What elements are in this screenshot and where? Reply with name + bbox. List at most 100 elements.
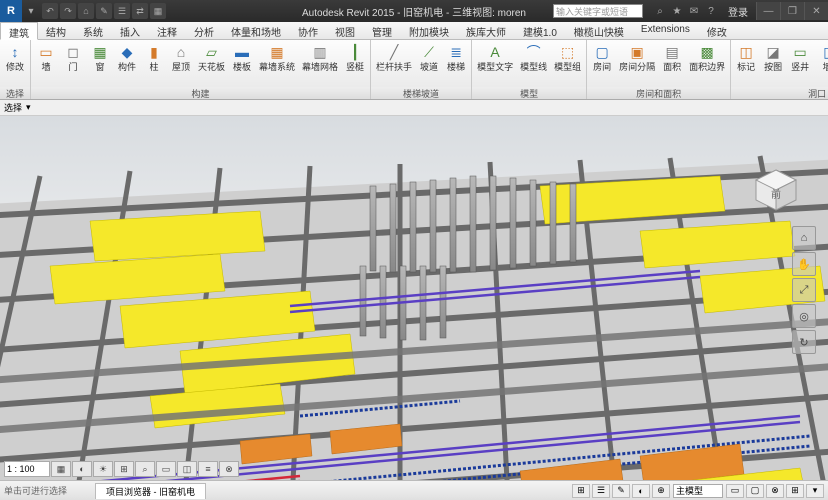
status-button-0[interactable]: ⊞ bbox=[572, 484, 590, 498]
qat-button-3[interactable]: ✎ bbox=[96, 3, 112, 19]
qat-button-0[interactable]: ↶ bbox=[42, 3, 58, 19]
qat-button-1[interactable]: ↷ bbox=[60, 3, 76, 19]
ribbon-button-4-0[interactable]: ▢房间 bbox=[589, 41, 615, 74]
ribbon-button-1-9[interactable]: ▥幕墙网格 bbox=[299, 41, 341, 74]
ribbon-tab-12[interactable]: 建模1.0 bbox=[515, 22, 566, 39]
ribbon-button-label: 面积边界 bbox=[689, 63, 725, 73]
qat-button-2[interactable]: ⌂ bbox=[78, 3, 94, 19]
ribbon-button-1-1[interactable]: ◻门 bbox=[60, 41, 86, 74]
nav-bar-button-0[interactable]: ⌂ bbox=[792, 226, 816, 250]
view-control-button-8[interactable]: ⊗ bbox=[219, 461, 239, 477]
nav-bar-button-3[interactable]: ◎ bbox=[792, 304, 816, 328]
ribbon-button-1-10[interactable]: ┃竖梃 bbox=[342, 41, 368, 74]
view-scale[interactable]: 1 : 100 bbox=[4, 461, 50, 477]
nav-bar-button-2[interactable]: ⤢ bbox=[792, 278, 816, 302]
ribbon-button-3-2[interactable]: ⬚模型组 bbox=[551, 41, 584, 74]
status-extra-button-2[interactable]: ⊗ bbox=[766, 484, 784, 498]
app-menu-chevron[interactable]: ▾ bbox=[24, 4, 38, 18]
ribbon-button-icon: ┃ bbox=[345, 42, 365, 62]
view-control-button-3[interactable]: ⊞ bbox=[114, 461, 134, 477]
status-tab-project-browser[interactable]: 项目浏览器 - 旧窑机电 bbox=[95, 483, 206, 499]
ribbon-tab-6[interactable]: 体量和场地 bbox=[223, 22, 290, 39]
ribbon-tab-5[interactable]: 分析 bbox=[186, 22, 223, 39]
workset-combo[interactable]: 主模型 bbox=[673, 484, 723, 498]
title-icon-0[interactable]: ⌕ bbox=[653, 4, 667, 18]
view-control-button-0[interactable]: ▦ bbox=[51, 461, 71, 477]
ribbon-tab-0[interactable]: 建筑 bbox=[0, 22, 38, 40]
qat-button-6[interactable]: ▦ bbox=[150, 3, 166, 19]
login-link[interactable]: 登录 bbox=[728, 4, 748, 19]
maximize-button[interactable]: ❐ bbox=[780, 2, 804, 20]
ribbon-tab-2[interactable]: 系统 bbox=[75, 22, 112, 39]
ribbon-button-icon: ↕ bbox=[5, 42, 25, 62]
ribbon-button-4-2[interactable]: ▤面积 bbox=[659, 41, 685, 74]
ribbon-button-2-2[interactable]: ≣楼梯 bbox=[443, 41, 469, 74]
ribbon-button-4-3[interactable]: ▩面积边界 bbox=[686, 41, 728, 74]
ribbon-tab-1[interactable]: 结构 bbox=[38, 22, 75, 39]
ribbon-tab-7[interactable]: 协作 bbox=[290, 22, 327, 39]
nav-bar-button-1[interactable]: ✋ bbox=[792, 252, 816, 276]
ribbon-button-2-1[interactable]: ⟋坡道 bbox=[416, 41, 442, 74]
ribbon-button-0-0[interactable]: ↕修改 bbox=[2, 41, 28, 74]
ribbon-button-1-2[interactable]: ▦窗 bbox=[87, 41, 113, 74]
title-icon-2[interactable]: ✉ bbox=[687, 4, 701, 18]
ribbon-panel-label: 楼梯坡道 bbox=[371, 87, 471, 99]
status-extra-button-1[interactable]: ▢ bbox=[746, 484, 764, 498]
view-control-button-5[interactable]: ▭ bbox=[156, 461, 176, 477]
ribbon-button-label: 构件 bbox=[118, 63, 136, 73]
status-extra-button-4[interactable]: ▾ bbox=[806, 484, 824, 498]
ribbon-button-3-0[interactable]: A模型文字 bbox=[474, 41, 516, 74]
ribbon-button-1-0[interactable]: ▭墙 bbox=[33, 41, 59, 74]
ribbon-button-3-1[interactable]: ⌒模型线 bbox=[517, 41, 550, 74]
ribbon-tab-10[interactable]: 附加模块 bbox=[401, 22, 458, 39]
ribbon-button-1-5[interactable]: ⌂屋顶 bbox=[168, 41, 194, 74]
options-bar-label: 选择 bbox=[4, 101, 22, 114]
ribbon-button-5-3[interactable]: ▯墙 bbox=[814, 41, 828, 74]
ribbon-button-1-7[interactable]: ▬楼板 bbox=[229, 41, 255, 74]
ribbon-tab-13[interactable]: 橄榄山快模 bbox=[566, 22, 633, 39]
title-icon-1[interactable]: ★ bbox=[670, 4, 684, 18]
status-extra-button-3[interactable]: ⊞ bbox=[786, 484, 804, 498]
close-button[interactable]: ✕ bbox=[804, 2, 828, 20]
ribbon-button-1-6[interactable]: ▱天花板 bbox=[195, 41, 228, 74]
nav-bar-button-4[interactable]: ↻ bbox=[792, 330, 816, 354]
3d-viewport[interactable]: 前 ⌂✋⤢◎↻ 1 : 100 ▦◐☀⊞⌕▭◫≡⊗ bbox=[0, 116, 828, 480]
view-cube[interactable]: 前 bbox=[752, 166, 800, 214]
ribbon-button-5-2[interactable]: ▭竖井 bbox=[787, 41, 813, 74]
ribbon-button-1-8[interactable]: ▦幕墙系统 bbox=[256, 41, 298, 74]
title-icon-3[interactable]: ? bbox=[704, 4, 718, 18]
ribbon-tab-11[interactable]: 族库大师 bbox=[458, 22, 515, 39]
view-control-button-6[interactable]: ◫ bbox=[177, 461, 197, 477]
status-button-2[interactable]: ✎ bbox=[612, 484, 630, 498]
view-control-button-1[interactable]: ◐ bbox=[72, 461, 92, 477]
view-control-button-7[interactable]: ≡ bbox=[198, 461, 218, 477]
ribbon-button-2-0[interactable]: ╱栏杆扶手 bbox=[373, 41, 415, 74]
qat-button-5[interactable]: ⇄ bbox=[132, 3, 148, 19]
status-button-3[interactable]: ◐ bbox=[632, 484, 650, 498]
options-bar-chevron-icon[interactable]: ▾ bbox=[26, 102, 31, 113]
ribbon-button-1-4[interactable]: ▮柱 bbox=[141, 41, 167, 74]
qat-button-4[interactable]: ☰ bbox=[114, 3, 130, 19]
ribbon-button-icon: ▦ bbox=[90, 42, 110, 62]
app-logo[interactable]: R bbox=[0, 0, 22, 22]
ribbon-tab-14[interactable]: Extensions bbox=[633, 22, 699, 39]
ribbon-button-5-1[interactable]: ◪按图 bbox=[760, 41, 786, 74]
ribbon-button-1-3[interactable]: ◆构件 bbox=[114, 41, 140, 74]
view-control-button-2[interactable]: ☀ bbox=[93, 461, 113, 477]
ribbon-tab-9[interactable]: 管理 bbox=[364, 22, 401, 39]
ribbon-tab-4[interactable]: 注释 bbox=[149, 22, 186, 39]
status-extra-button-0[interactable]: ▭ bbox=[726, 484, 744, 498]
status-right-cluster: ⊞☰✎◐⊕ 主模型 ▭▢⊗⊞▾ bbox=[572, 484, 824, 498]
ribbon-tab-3[interactable]: 插入 bbox=[112, 22, 149, 39]
ribbon-button-5-0[interactable]: ◫标记 bbox=[733, 41, 759, 74]
ribbon: ↕修改选择▭墙◻门▦窗◆构件▮柱⌂屋顶▱天花板▬楼板▦幕墙系统▥幕墙网格┃竖梃构… bbox=[0, 40, 828, 100]
ribbon-button-4-1[interactable]: ▣房间分隔 bbox=[616, 41, 658, 74]
ribbon-button-label: 面积 bbox=[663, 63, 681, 73]
help-search-input[interactable]: 输入关键字或短语 bbox=[553, 4, 643, 18]
status-button-1[interactable]: ☰ bbox=[592, 484, 610, 498]
ribbon-tab-8[interactable]: 视图 bbox=[327, 22, 364, 39]
view-control-button-4[interactable]: ⌕ bbox=[135, 461, 155, 477]
minimize-button[interactable]: — bbox=[756, 2, 780, 20]
ribbon-tab-15[interactable]: 修改 bbox=[699, 22, 736, 39]
status-button-4[interactable]: ⊕ bbox=[652, 484, 670, 498]
